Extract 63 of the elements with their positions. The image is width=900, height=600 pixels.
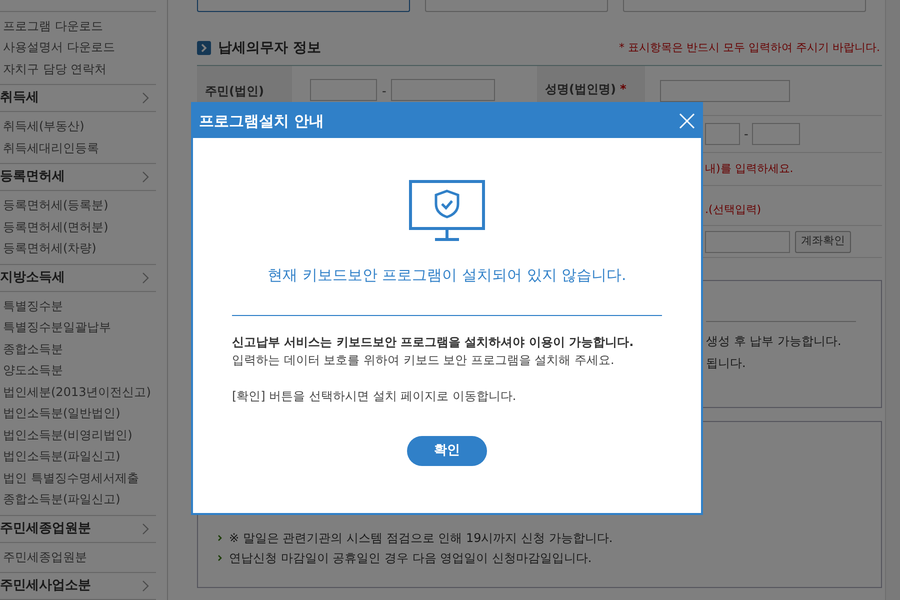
field-label: 주민(법인) <box>205 84 264 98</box>
dialog-headline: 현재 키보드보안 프로그램이 설치되어 있지 않습니다. <box>268 265 626 286</box>
sidebar-item[interactable]: 취득세대리인등록 <box>0 138 156 160</box>
required-mark: * <box>620 81 626 98</box>
sidebar-item[interactable]: 법인 특별징수명세서제출 <box>0 468 156 490</box>
sidebar-item[interactable]: 법인세분(2013년이전신고) <box>0 382 156 404</box>
sidebar-item[interactable]: 법인소득분(파일신고) <box>0 446 156 468</box>
sidebar-item[interactable]: 종합소득분(파일신고) <box>0 489 156 511</box>
notice-text: ※ 말일은 관련기관의 시스템 점검으로 인해 19시까지 신청 가능합니다. <box>229 530 613 547</box>
hint-text: .(선택입력) <box>705 202 762 218</box>
input-field[interactable] <box>310 79 377 101</box>
sidebar-section-header[interactable]: 주민세종업원분 <box>0 518 91 538</box>
hint-text: 내)를 입력하세요. <box>705 160 794 177</box>
input-field[interactable] <box>752 123 800 145</box>
confirm-button[interactable]: 확인 <box>407 436 487 466</box>
sidebar-item[interactable]: 등록면허세(면허분) <box>0 216 156 238</box>
info-text: 됩니다. <box>706 355 747 372</box>
input-field[interactable] <box>391 79 496 101</box>
sidebar-item[interactable]: 자치구 담당 연락처 <box>0 58 156 80</box>
sidebar-item[interactable]: 종합소득분 <box>0 338 156 360</box>
input-field[interactable] <box>705 230 790 252</box>
sidebar-item[interactable]: 특별징수분일괄납부 <box>0 317 156 339</box>
sidebar-item[interactable]: 법인소득분(일반법인) <box>0 403 156 425</box>
sidebar-item[interactable]: 등록면허세(등록분) <box>0 195 156 217</box>
separator: - <box>744 126 748 143</box>
monitor-shield-icon <box>409 180 485 242</box>
chevron-right-icon <box>142 580 149 592</box>
account-check-button[interactable]: 계좌확인 <box>795 230 851 252</box>
dialog-message: 신고납부 서비스는 키보드보안 프로그램을 설치하셔야 이용이 가능합니다. <box>232 334 635 350</box>
chevron-right-icon <box>142 522 149 534</box>
sidebar-item[interactable]: 사용설명서 다운로드 <box>0 37 156 59</box>
sidebar-section-header[interactable]: 등록면허세 <box>0 167 65 187</box>
bullet-chevron-icon <box>218 555 222 561</box>
sidebar-section-header[interactable]: 취득세 <box>0 88 39 108</box>
sidebar-item[interactable]: 등록면허세(차량) <box>0 238 156 260</box>
tab[interactable] <box>623 0 866 12</box>
field-label: 성명(법인명) <box>545 81 616 98</box>
notice-text: 연납신청 마감일이 공휴일인 경우 다음 영업일이 신청마감일입니다. <box>229 550 592 567</box>
chevron-right-icon <box>142 171 149 184</box>
dialog-title: 프로그램설치 안내 <box>199 110 324 132</box>
sidebar-item[interactable]: 양도소득분 <box>0 360 156 382</box>
dialog-note: [확인] 버튼을 선택하시면 설치 페이지로 이동합니다. <box>232 388 518 404</box>
input-field[interactable] <box>705 123 740 145</box>
sidebar-item[interactable]: 주민세종업원분 <box>0 546 156 568</box>
bullet-chevron-icon <box>218 535 222 541</box>
close-icon[interactable] <box>679 113 695 129</box>
input-field[interactable] <box>660 80 790 102</box>
sidebar-item[interactable]: 취득세(부동산) <box>0 116 156 138</box>
separator: - <box>382 83 386 100</box>
sidebar-section-header[interactable]: 주민세사업소분 <box>0 576 91 596</box>
chevron-right-icon <box>142 272 149 284</box>
dialog-message: 입력하는 데이터 보호를 위하여 키보드 보안 프로그램을 설치해 주세요. <box>232 352 616 368</box>
tab[interactable] <box>425 0 608 12</box>
sidebar-item[interactable]: 특별징수분 <box>0 296 156 318</box>
section-title: 납세의무자 정보 <box>218 38 321 58</box>
sidebar-item[interactable]: 법인소득분(비영리법인) <box>0 424 156 446</box>
info-text: 생성 후 납부 가능합니다. <box>706 333 842 350</box>
chevron-right-icon <box>142 92 149 104</box>
sidebar-item[interactable]: 프로그램 다운로드 <box>0 16 156 38</box>
sidebar-section-header[interactable]: 지방소득세 <box>0 268 65 288</box>
required-note: * 표시항목은 반드시 모두 입력하여 주시기 바랍니다. <box>619 40 880 56</box>
chevron-box-icon <box>197 41 211 55</box>
tab[interactable] <box>197 0 410 12</box>
